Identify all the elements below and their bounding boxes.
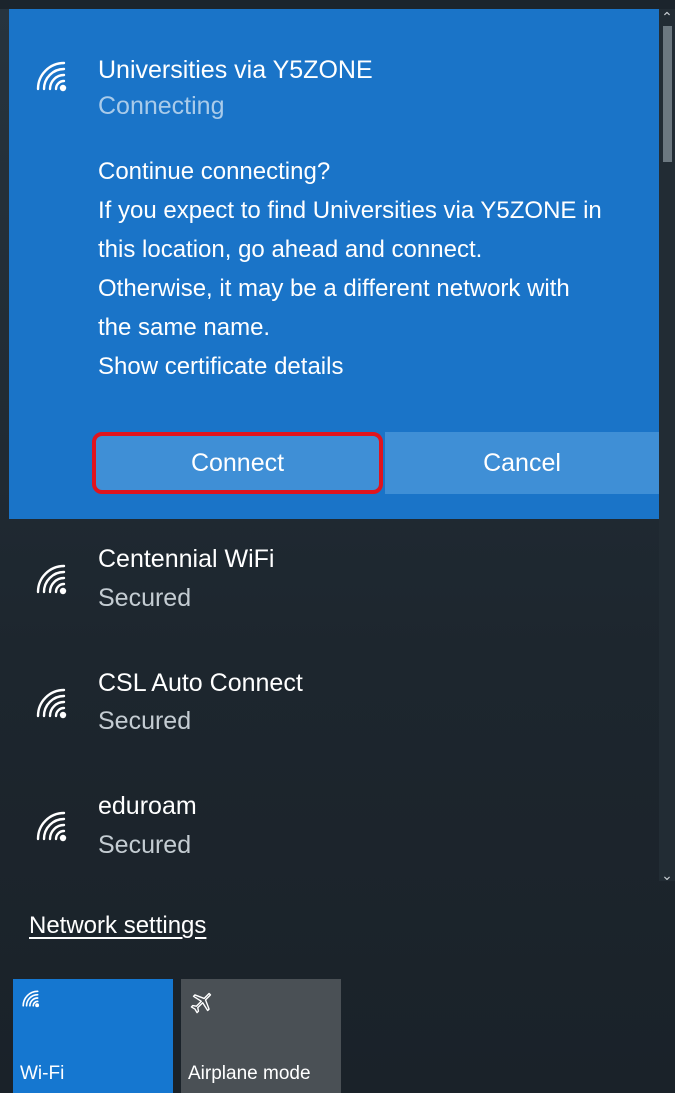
message-line: Otherwise, it may be a different network… [98, 275, 570, 302]
connect-button[interactable]: Connect [92, 432, 383, 494]
network-item-name[interactable]: Centennial WiFi [98, 545, 274, 574]
connect-prompt: Continue connecting? [98, 158, 331, 185]
wifi-icon [36, 61, 67, 92]
network-item-status: Secured [98, 707, 192, 735]
network-settings-link[interactable]: Network settings [29, 912, 206, 940]
airplane-icon [190, 992, 212, 1014]
top-edge [0, 0, 675, 9]
network-item-name[interactable]: eduroam [98, 792, 197, 821]
wifi-icon [36, 564, 67, 595]
scrollbar-thumb[interactable] [663, 26, 672, 162]
show-certificate-link[interactable]: Show certificate details [98, 347, 658, 386]
message-line: the same name. [98, 314, 271, 341]
airplane-mode-tile[interactable]: Airplane mode [181, 979, 341, 1093]
network-flyout: Universities via Y5ZONE Connecting Conti… [0, 0, 675, 1093]
airplane-tile-label: Airplane mode [188, 1063, 311, 1084]
expanded-network-status: Connecting [98, 92, 225, 120]
wifi-toggle-tile[interactable]: Wi-Fi [13, 979, 173, 1093]
wifi-icon [22, 990, 40, 1008]
network-item-status: Secured [98, 584, 192, 612]
scroll-up-icon[interactable]: ⌃ [660, 8, 674, 26]
wifi-icon [36, 688, 67, 719]
expanded-network-name[interactable]: Universities via Y5ZONE [98, 56, 373, 85]
message-line: this location, go ahead and connect. [98, 236, 483, 263]
connect-message: If you expect to find Universities via Y… [98, 191, 658, 347]
wifi-icon [36, 811, 67, 842]
cancel-button[interactable]: Cancel [385, 432, 659, 494]
network-item-status: Secured [98, 831, 192, 859]
message-line: If you expect to find Universities via Y… [98, 197, 602, 224]
network-item-name[interactable]: CSL Auto Connect [98, 669, 303, 698]
wifi-tile-label: Wi-Fi [20, 1063, 65, 1084]
scroll-down-icon[interactable]: ⌄ [660, 866, 674, 884]
